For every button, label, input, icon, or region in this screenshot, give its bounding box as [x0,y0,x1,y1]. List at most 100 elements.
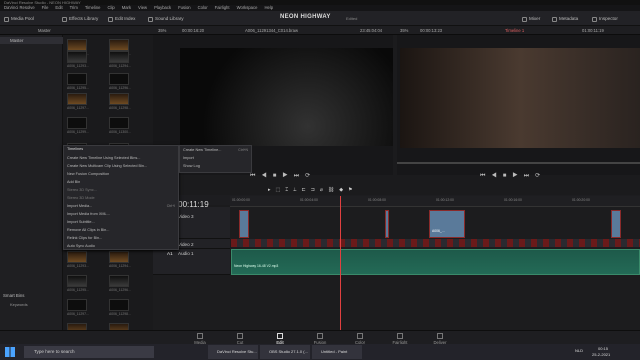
menu-item[interactable]: Import Media... [67,204,92,208]
timeline-tracks: Video 3 Video 2 A1 Audio 1 A006_... Neon … [153,207,640,330]
viewer-info-bar: Master 35% 00:00:16:20 A006_11291344_C01… [0,26,640,35]
ruler-tick: 01:00:08:00 [368,198,386,202]
menu-item[interactable]: Create New Timeline Using Selected Bins.… [67,156,140,160]
ruler-tick: 01:00:04:00 [300,198,318,202]
edit-index-button[interactable]: Edit Index [108,15,135,23]
clip-thumbnail[interactable] [109,51,129,63]
clip-label: A006_11293... [67,264,89,268]
clip-thumbnail[interactable] [109,275,129,287]
page-edit-icon[interactable] [277,333,283,339]
clip-thumbnail[interactable] [109,251,129,263]
clip-thumbnail[interactable] [67,299,87,311]
audio-1-header[interactable]: A1 Audio 1 [153,249,230,275]
menu-item[interactable]: Create New Multicam Clip Using Selected … [67,164,147,168]
video-2-clips[interactable] [231,239,640,247]
context-menu: Timelines Create New Timeline Using Sele… [63,145,179,250]
viewer-scrubber[interactable] [397,162,640,164]
ruler-tick: 01:00:12:00 [436,198,454,202]
submenu-item[interactable]: Show Log [183,164,200,168]
clip-thumbnail[interactable] [67,39,87,51]
sound-library-button[interactable]: Sound Library [148,15,184,23]
video-clip[interactable] [385,210,389,238]
clip-label: A006_11294... [109,64,131,68]
page-media-icon[interactable] [197,333,203,339]
submenu-item[interactable]: Import [183,156,194,160]
menu-shortcut: Ctrl+I [166,204,175,208]
menu-item: Stereo 3D Sync... [67,188,97,192]
clock-date[interactable]: 25-2-2021 [592,352,610,357]
taskbar-app[interactable]: OBS Studio 27.1.0 (... [260,345,310,359]
timelines-submenu: Create New Timeline... Ctrl+N Import Show L… [179,145,252,173]
timeline-name[interactable]: Timeline 1 [505,26,524,35]
taskbar-search[interactable]: Type here to search [24,346,154,358]
clip-thumbnail[interactable] [109,299,129,311]
menu-shortcut: Ctrl+N [238,148,248,152]
effects-library-button[interactable]: Effects Library [62,15,98,23]
menu-item[interactable]: Relink Clips for Bin... [67,236,102,240]
playhead[interactable] [340,196,341,330]
timeline-video-frame[interactable] [400,48,640,148]
timeline-duration: 00:00:13:23 [420,28,443,33]
source-timecode: 00:00:16:20 [182,28,205,33]
metadata-button[interactable]: Metadata [552,15,578,23]
clip-thumbnail[interactable] [109,93,129,105]
master-bin[interactable]: Master [0,37,63,44]
audio-clip[interactable]: Neon Highway 16-48 V2.mp3 [231,249,640,275]
taskbar-app[interactable]: DaVinci Resolve Stu... [208,345,258,359]
bin-path[interactable]: Master [38,26,51,35]
edit-index-icon [108,16,113,22]
menu-header-timelines[interactable]: Timelines [67,147,83,151]
menu-item[interactable]: New Fusion Composition [67,172,109,176]
smart-bins-header: Smart Bins [3,293,25,298]
clip-thumbnail[interactable] [67,117,87,129]
source-video-frame[interactable] [180,48,393,146]
clip-label: A006_11299... [67,130,89,134]
menu-item[interactable]: Auto Sync Audio [67,244,95,248]
clip-thumbnail[interactable] [109,73,129,85]
timeline-ruler[interactable]: 01:00:00:00 01:00:04:00 01:00:08:00 01:00:1… [230,196,640,207]
clip-thumbnail[interactable] [67,73,87,85]
clip-thumbnail[interactable] [67,93,87,105]
source-zoom[interactable]: 35% [158,26,166,35]
page-fairlight-icon[interactable] [397,333,403,339]
clip-label: A006_11293... [67,64,89,68]
timeline-zoom[interactable]: 35% [400,26,408,35]
language-indicator[interactable]: NLD [575,348,583,353]
clock-time[interactable]: 00:15 [598,346,608,351]
project-name: NEON HIGHWAY [280,14,331,20]
page-color-icon[interactable] [357,333,363,339]
taskbar-app[interactable]: Untitled - Paint [312,345,362,359]
mixer-icon [522,16,527,22]
submenu-item[interactable]: Create New Timeline... [183,148,221,152]
video-clip[interactable]: A006_... [429,210,465,238]
clip-label: A006_11297... [67,312,89,316]
clip-thumbnail[interactable] [67,275,87,287]
clip-thumbnail[interactable] [67,251,87,263]
media-pool-button[interactable]: Media Pool [4,15,34,23]
clip-thumbnail[interactable] [109,39,129,51]
transport-controls[interactable]: ⏮◀■▶⏭⟳ [480,172,546,180]
inspector-button[interactable]: Inspector [592,15,618,23]
mixer-button[interactable]: Mixer [522,15,540,23]
clip-thumbnail[interactable] [67,51,87,63]
keywords-bin[interactable]: Keywords [10,302,28,307]
windows-start-icon[interactable] [5,347,15,357]
effects-icon [62,16,67,22]
page-fusion-icon[interactable] [317,333,323,339]
source-transport-controls[interactable]: ⏮◀■▶⏭⟳ [250,172,316,180]
sound-library-icon [148,16,153,22]
menu-item[interactable]: Import Media from XML... [67,212,110,216]
video-clip[interactable] [611,210,621,238]
menu-item[interactable]: Remove All Clips in Bin... [67,228,109,232]
edit-tools[interactable]: ▸⬚⌶⟂⊏⊐⌀⛓◆⚑ [268,187,358,193]
page-deliver-icon[interactable] [437,333,443,339]
ruler-tick: 01:00:20:00 [572,198,590,202]
video-clip[interactable] [239,210,249,238]
menu-item[interactable]: Add Bin [67,180,80,184]
page-cut-icon[interactable] [237,333,243,339]
menu-item[interactable]: Import Subtitle... [67,220,95,224]
ruler-tick: 01:00:16:00 [504,198,522,202]
clip-label: A006_11295... [67,288,89,292]
clip-thumbnail[interactable] [109,117,129,129]
source-clip-name: A006_11291344_C014.braw [245,28,299,33]
